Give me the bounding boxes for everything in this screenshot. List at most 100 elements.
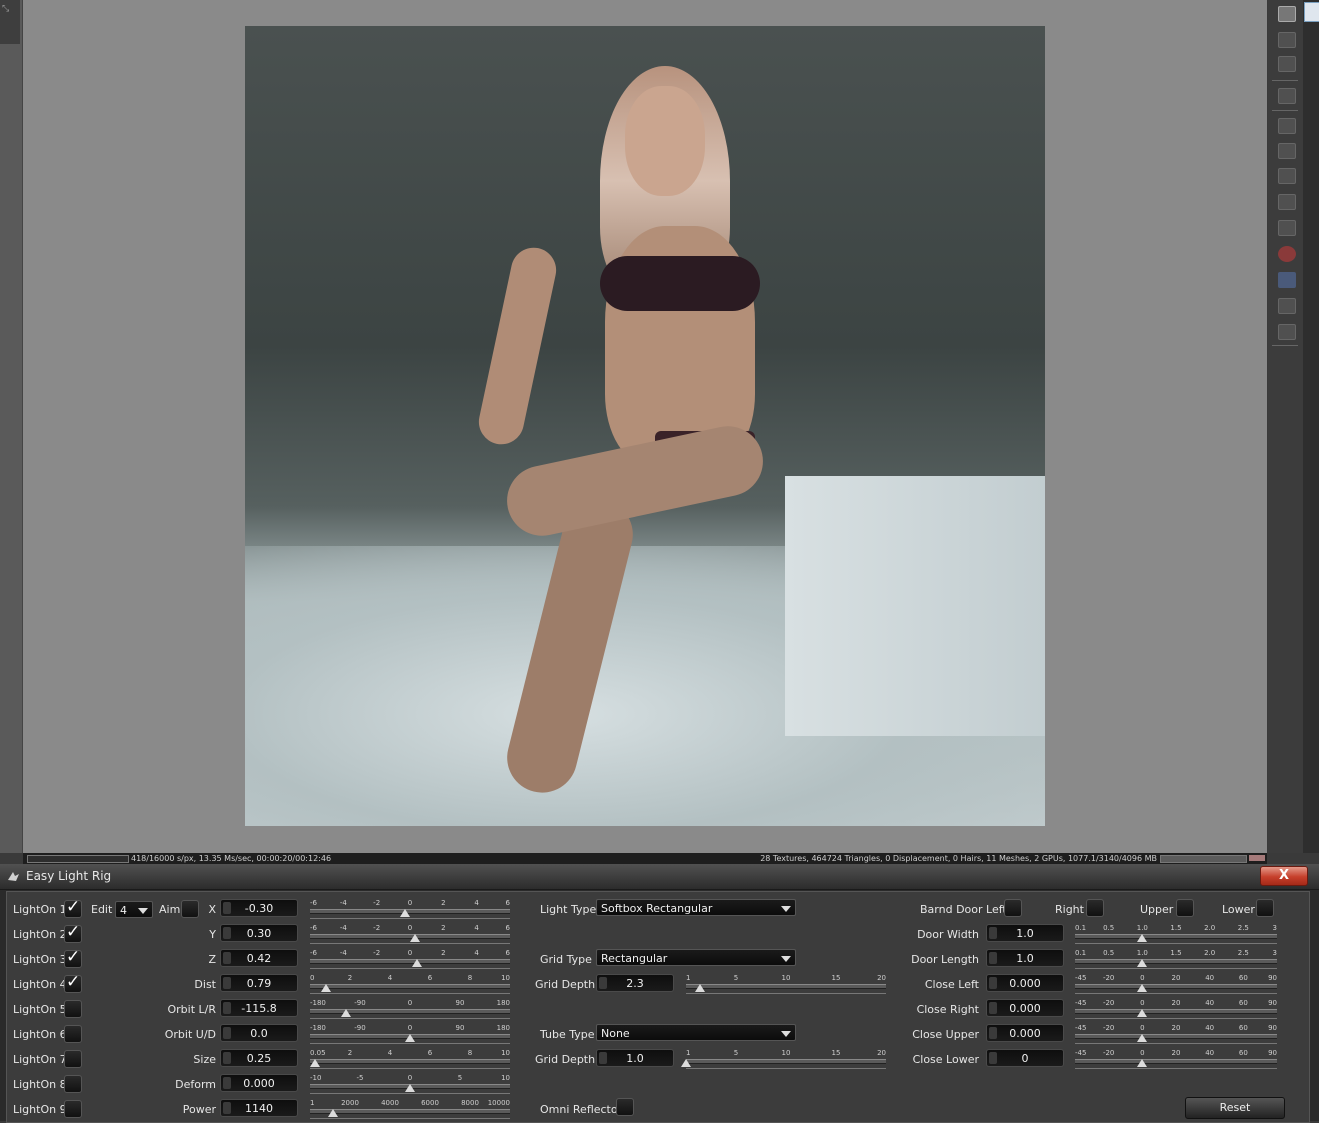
left-panel-tab[interactable]: ⤡ [0, 0, 20, 44]
door-width-field[interactable]: 1.0 [986, 924, 1064, 942]
cube-icon[interactable] [1278, 272, 1296, 288]
z-slider[interactable]: -6 -4 -2 0 2 4 6 [310, 949, 510, 973]
slider-thumb[interactable] [320, 984, 331, 992]
dist-slider[interactable]: 0 2 4 6 8 10 [310, 974, 510, 998]
door-close-right-label: Close Right [916, 1003, 979, 1016]
close-button[interactable]: X [1260, 866, 1308, 886]
list-icon[interactable] [1278, 56, 1296, 72]
shapes-icon[interactable] [1278, 194, 1296, 210]
grid-depth-2-field[interactable]: 1.0 [596, 1049, 674, 1067]
barn-door-upper-checkbox[interactable] [1176, 899, 1194, 917]
power-slider[interactable]: 1 2000 4000 6000 8000 10000 [310, 1099, 510, 1123]
slider-thumb[interactable] [405, 1084, 415, 1092]
slider-thumb[interactable] [400, 909, 410, 917]
refresh-icon[interactable] [1278, 118, 1296, 134]
y-slider[interactable]: -6 -4 -2 0 2 4 6 [310, 924, 510, 948]
size-field[interactable]: 0.25 [220, 1049, 298, 1067]
dist-label: Dist [194, 978, 216, 991]
slider-thumb[interactable] [1137, 1009, 1148, 1017]
barn-door-right-checkbox[interactable] [1086, 899, 1104, 917]
light-on-checkbox-2[interactable]: ✓ [64, 922, 82, 943]
teapot-icon[interactable] [1278, 168, 1296, 184]
grid-depth-slider[interactable]: 1 5 10 15 20 [686, 974, 886, 998]
slider-thumb[interactable] [1137, 984, 1148, 992]
door-close-lower-slider[interactable]: -45 -20 0 20 40 60 90 [1075, 1049, 1277, 1073]
light-on-checkbox-5[interactable] [64, 1000, 82, 1018]
slider-thumb[interactable] [310, 1059, 320, 1067]
tube-type-select[interactable]: None [596, 1024, 796, 1041]
light-on-checkbox-3[interactable]: ✓ [64, 947, 82, 968]
right-scrollbar[interactable] [1303, 0, 1319, 853]
texture-icon[interactable] [1278, 220, 1296, 236]
sun-icon[interactable] [1278, 324, 1296, 340]
slider-tick-label: -45 [1075, 1049, 1087, 1057]
door-close-left-slider[interactable]: -45 -20 0 20 40 60 90 [1075, 974, 1277, 998]
slider-thumb[interactable] [1137, 934, 1148, 942]
orbit-ud-field[interactable]: 0.0 [220, 1024, 298, 1042]
power-field[interactable]: 1140 [220, 1099, 298, 1117]
omni-reflector-checkbox[interactable] [616, 1098, 634, 1116]
door-close-right-field[interactable]: 0.000 [986, 999, 1064, 1017]
orbit-lr-label: Orbit L/R [167, 1003, 216, 1016]
slider-thumb[interactable] [405, 1034, 415, 1042]
light-on-checkbox-6[interactable] [64, 1025, 82, 1043]
panel-toggle-icon[interactable] [1304, 2, 1319, 22]
image-icon[interactable] [1278, 88, 1296, 104]
door-length-field[interactable]: 1.0 [986, 949, 1064, 967]
light-on-checkbox-1[interactable]: ✓ [64, 897, 82, 918]
z-field[interactable]: 0.42 [220, 949, 298, 967]
door-close-upper-field[interactable]: 0.000 [986, 1024, 1064, 1042]
x-slider[interactable]: -6 -4 -2 0 2 4 6 [310, 899, 510, 923]
slider-thumb[interactable] [327, 1109, 338, 1117]
picture-icon[interactable] [1278, 298, 1296, 314]
dialog-titlebar[interactable]: Easy Light Rig X [0, 864, 1319, 890]
slider-thumb[interactable] [340, 1009, 351, 1017]
monitor-icon[interactable] [1278, 143, 1296, 159]
slider-tick-label: 60 [1238, 1049, 1248, 1057]
size-slider[interactable]: 0.05 2 4 6 8 10 [310, 1049, 510, 1073]
deform-field[interactable]: 0.000 [220, 1074, 298, 1092]
door-close-right-slider[interactable]: -45 -20 0 20 40 60 90 [1075, 999, 1277, 1023]
door-close-upper-slider[interactable]: -45 -20 0 20 40 60 90 [1075, 1024, 1277, 1048]
layers-icon[interactable] [1278, 32, 1296, 48]
slider-tick-label: 0.1 [1075, 949, 1087, 957]
slider-thumb[interactable] [1137, 1034, 1148, 1042]
slider-tick-label: 1.0 [1136, 949, 1148, 957]
barn-door-lower-checkbox[interactable] [1256, 899, 1274, 917]
barn-door-left-checkbox[interactable] [1004, 899, 1022, 917]
door-close-left-field[interactable]: 0.000 [986, 974, 1064, 992]
slider-thumb[interactable] [412, 959, 422, 967]
orbit-lr-slider[interactable]: -180 -90 0 90 180 [310, 999, 510, 1023]
reset-button[interactable]: Reset [1185, 1097, 1285, 1119]
orbit-lr-field[interactable]: -115.8 [220, 999, 298, 1017]
slider-tick-label: 180 [496, 1024, 510, 1032]
slider-tick-label: 60 [1238, 1024, 1248, 1032]
light-on-checkbox-4[interactable]: ✓ [64, 972, 82, 993]
dist-field[interactable]: 0.79 [220, 974, 298, 992]
slider-tick-label: 3 [1272, 924, 1277, 932]
light-type-select[interactable]: Softbox Rectangular [596, 899, 796, 916]
slider-thumb[interactable] [410, 934, 420, 942]
slider-thumb[interactable] [1137, 959, 1148, 967]
light-on-checkbox-9[interactable] [64, 1100, 82, 1118]
deform-slider[interactable]: -10 -5 0 5 10 [310, 1074, 510, 1098]
light-on-checkbox-7[interactable] [64, 1050, 82, 1068]
grid-type-select[interactable]: Rectangular [596, 949, 796, 966]
light-on-checkbox-8[interactable] [64, 1075, 82, 1093]
slider-thumb[interactable] [1137, 1059, 1148, 1067]
slider-track [310, 1109, 510, 1114]
grid-depth-2-slider[interactable]: 1 5 10 15 20 [681, 1049, 886, 1073]
grid-depth-field[interactable]: 2.3 [596, 974, 674, 992]
slider-tick-label: -90 [354, 1024, 366, 1032]
door-close-lower-field[interactable]: 0 [986, 1049, 1064, 1067]
slider-thumb[interactable] [681, 1059, 691, 1067]
camera-icon[interactable] [1278, 6, 1296, 22]
slider-thumb[interactable] [694, 984, 705, 992]
door-width-slider[interactable]: 0.1 0.5 1.0 1.5 2.0 2.5 3 [1075, 924, 1277, 948]
door-length-slider[interactable]: 0.1 0.5 1.0 1.5 2.0 2.5 3 [1075, 949, 1277, 973]
y-field[interactable]: 0.30 [220, 924, 298, 942]
slider-tick-label: 20 [1171, 974, 1181, 982]
x-field[interactable]: -0.30 [220, 899, 298, 917]
orbit-ud-slider[interactable]: -180 -90 0 90 180 [310, 1024, 510, 1048]
material-sphere-icon[interactable] [1278, 246, 1296, 262]
